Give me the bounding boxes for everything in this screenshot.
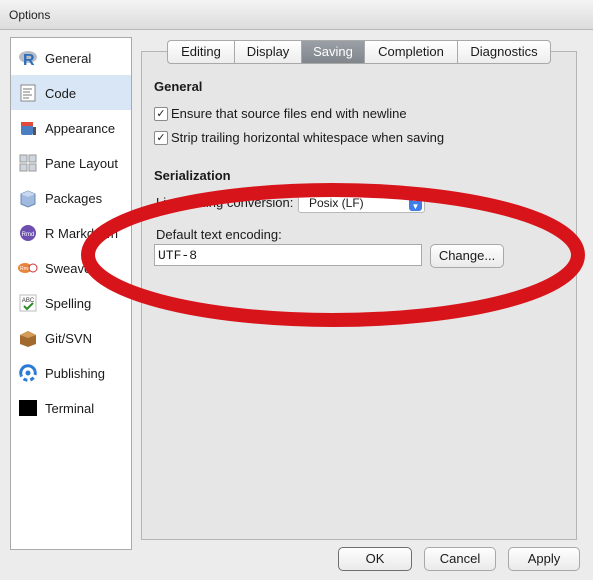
svg-text:R: R [23, 52, 35, 68]
general-heading: General [154, 79, 203, 94]
sidebar-item-label: Git/SVN [45, 331, 92, 346]
line-ending-label: Line ending conversion: [156, 195, 294, 210]
sidebar-item-label: Sweave [45, 261, 92, 276]
tab-completion[interactable]: Completion [364, 40, 457, 64]
change-encoding-button[interactable]: Change... [430, 244, 504, 268]
tab-bar: Editing Display Saving Completion Diagno… [167, 40, 551, 64]
paint-bucket-icon [21, 122, 36, 135]
r-logo-icon: R [19, 51, 37, 68]
tab-display[interactable]: Display [234, 40, 301, 64]
sidebar-item-label: Terminal [45, 401, 95, 416]
apply-button[interactable]: Apply [508, 547, 580, 571]
checkbox-box[interactable]: ✓ [154, 107, 168, 121]
sweave-icon: Rnw [18, 263, 38, 273]
sidebar-item-packages[interactable]: Packages [11, 180, 131, 215]
spelling-check-icon: ABC [19, 294, 37, 312]
checkbox-box[interactable]: ✓ [154, 131, 168, 145]
publishing-icon [19, 364, 37, 382]
tab-diagnostics[interactable]: Diagnostics [457, 40, 551, 64]
git-box-icon [20, 331, 36, 347]
sidebar-item-label: Spelling [45, 296, 92, 311]
sidebar-item-sweave[interactable]: Rnw Sweave [11, 250, 131, 285]
rmd-badge-text: Rmd [22, 232, 35, 238]
code-document-icon [20, 84, 36, 102]
options-sidebar: R General Code Appearance Pane Layout Pa… [10, 37, 132, 550]
sidebar-item-label: R Markdown [45, 226, 118, 241]
line-ending-select[interactable]: Posix (LF) ▲ ▼ [298, 193, 425, 213]
encoding-label: Default text encoding: [156, 227, 282, 242]
sidebar-item-appearance[interactable]: Appearance [11, 110, 131, 145]
sidebar-item-label: Code [45, 86, 77, 101]
sidebar-item-spelling[interactable]: ABC Spelling [11, 285, 131, 320]
sidebar-item-label: General [45, 51, 92, 66]
sidebar-item-label: Packages [45, 191, 103, 206]
sidebar-item-terminal[interactable]: Terminal [11, 390, 131, 425]
tab-editing[interactable]: Editing [167, 40, 234, 64]
sidebar-item-git-svn[interactable]: Git/SVN [11, 320, 131, 355]
sidebar-item-label: Pane Layout [45, 156, 119, 171]
chevron-up-down-icon: ▲ ▼ [409, 195, 422, 211]
title-bar: Options [0, 0, 593, 30]
tab-saving[interactable]: Saving [301, 40, 364, 64]
sidebar-item-label: Publishing [45, 366, 105, 381]
window-title: Options [9, 8, 51, 22]
line-ending-value: Posix (LF) [309, 196, 364, 210]
sidebar-item-label: Appearance [45, 121, 116, 136]
rmd-icon: Rmd [20, 225, 36, 241]
package-box-icon [20, 190, 36, 208]
sidebar-item-pane-layout[interactable]: Pane Layout [11, 145, 131, 180]
encoding-field[interactable]: UTF-8 [154, 244, 422, 266]
sidebar-item-code[interactable]: Code [11, 75, 131, 110]
sidebar-item-publishing[interactable]: Publishing [11, 355, 131, 390]
sidebar-item-r-markdown[interactable]: Rmd R Markdown [11, 215, 131, 250]
ok-button[interactable]: OK [338, 547, 412, 571]
sidebar-item-general[interactable]: R General [11, 40, 131, 75]
terminal-icon [19, 400, 37, 416]
ensure-newline-label: Ensure that source files end with newlin… [171, 106, 407, 121]
strip-whitespace-label: Strip trailing horizontal whitespace whe… [171, 130, 445, 145]
pane-layout-icon [19, 154, 37, 172]
serialization-heading: Serialization [154, 168, 231, 183]
settings-panel [141, 51, 577, 540]
cancel-button[interactable]: Cancel [424, 547, 496, 571]
